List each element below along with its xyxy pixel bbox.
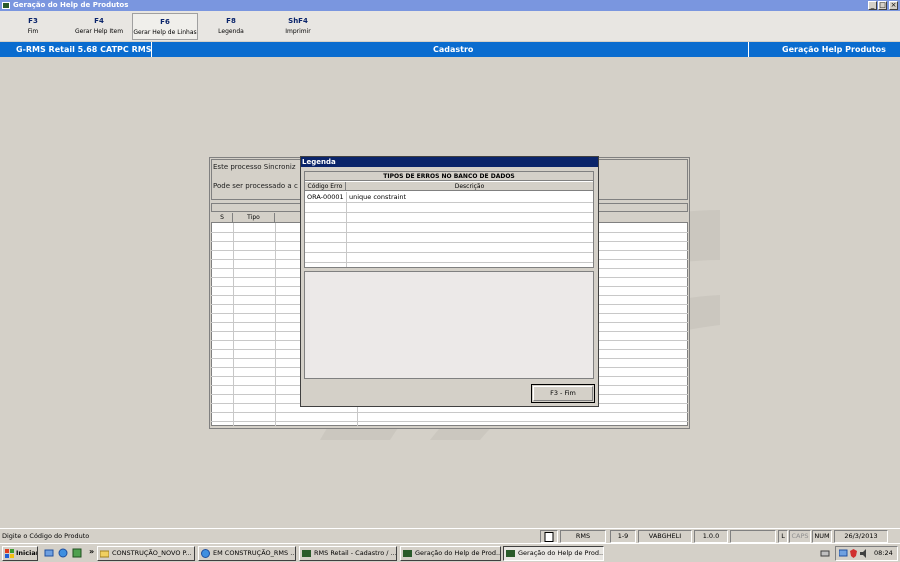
document-icon xyxy=(540,530,558,543)
column-header-descricao[interactable]: Descrição xyxy=(346,182,593,191)
fkey-caption: Gerar Help de Linhas xyxy=(133,29,197,36)
error-table-grid-lines xyxy=(305,192,593,267)
fkey-label: F6 xyxy=(160,18,170,26)
taskbar-item-geracao-help-2[interactable]: Geração do Help de Prod... xyxy=(503,546,604,561)
product-version-label: G-RMS Retail 5.68 CATPC RMS xyxy=(16,45,152,54)
fkey-caption: Legenda xyxy=(218,28,244,35)
window-title-bar: Geração do Help de Produtos _ □ × xyxy=(0,0,900,11)
volume-icon[interactable] xyxy=(859,549,868,558)
browser-icon xyxy=(201,549,210,558)
quicklaunch-overflow[interactable]: » xyxy=(89,547,94,556)
process-description-line2: Pode ser processado a c xyxy=(213,182,298,190)
taskbar-item-label: RMS Retail - Cadastro / ... xyxy=(314,549,397,557)
status-empty-cell xyxy=(730,530,776,543)
start-button[interactable]: Iniciar xyxy=(2,546,38,561)
folder-icon xyxy=(100,550,109,558)
status-version: 1.0.0 xyxy=(694,530,728,543)
taskbar-item-em-construcao[interactable]: EM CONSTRUÇÃO_RMS ... xyxy=(198,546,296,561)
system-tray: 08:24 xyxy=(835,546,898,561)
module-header-bar: G-RMS Retail 5.68 CATPC RMS Cadastro Ger… xyxy=(0,42,900,57)
f3-fim-close-button[interactable]: F3 - Fim xyxy=(531,384,595,403)
internet-explorer-icon[interactable] xyxy=(58,548,68,558)
taskbar-item-label: CONSTRUÇÃO_NOVO P... xyxy=(112,549,192,557)
screen-name-label: Geração Help Produtos xyxy=(782,45,886,54)
f3-fim-button[interactable]: F3 Fim xyxy=(8,13,58,40)
taskbar-item-label: Geração do Help de Prod... xyxy=(518,549,604,557)
windows-logo-icon xyxy=(5,549,14,558)
taskbar-item-label: Geração do Help de Prod... xyxy=(415,549,501,557)
fkey-label: F4 xyxy=(94,17,104,25)
status-bar: Digite o Código do Produto RMS 1-9 VABGH… xyxy=(0,528,900,543)
taskbar-item-rms-cadastro[interactable]: RMS Retail - Cadastro / ... xyxy=(299,546,397,561)
minimize-button[interactable]: _ xyxy=(868,1,877,10)
fkey-label: ShF4 xyxy=(288,17,308,25)
fkey-caption: Imprimir xyxy=(285,28,311,35)
status-num: NUM xyxy=(812,530,832,543)
error-description-cell: unique constraint xyxy=(349,193,407,201)
status-date: 26/3/2013 xyxy=(834,530,888,543)
show-desktop-icon[interactable] xyxy=(44,548,54,558)
fkey-caption: Fim xyxy=(27,28,39,35)
module-name-label: Cadastro xyxy=(433,45,474,54)
start-label: Iniciar xyxy=(16,549,38,557)
taskbar-item-geracao-help-1[interactable]: Geração do Help de Prod... xyxy=(400,546,501,561)
status-l: L xyxy=(778,530,788,543)
f6-gerar-help-linhas-button[interactable]: F6 Gerar Help de Linhas xyxy=(132,13,198,40)
taskbar-item-construcao-novo[interactable]: CONSTRUÇÃO_NOVO P... xyxy=(97,546,195,561)
fkey-label: F3 xyxy=(28,17,38,25)
table-row[interactable]: ORA-00001 unique constraint xyxy=(305,193,593,203)
f8-legenda-button[interactable]: F8 Legenda xyxy=(205,13,257,40)
shf4-imprimir-button[interactable]: ShF4 Imprimir xyxy=(272,13,324,40)
status-user: VABGHELI xyxy=(638,530,692,543)
function-key-toolbar: F3 Fim F4 Gerar Help Item F6 Gerar Help … xyxy=(0,11,900,41)
maximize-button[interactable]: □ xyxy=(878,1,887,10)
error-types-table-title: TIPOS DE ERROS NO BANCO DE DADOS xyxy=(305,172,593,181)
rms-app-icon xyxy=(403,550,412,557)
status-message: Digite o Código do Produto xyxy=(2,532,90,540)
column-header-codigo-erro[interactable]: Código Erro xyxy=(305,182,346,191)
status-range: 1-9 xyxy=(610,530,636,543)
status-caps: CAPS xyxy=(789,530,811,543)
taskbar-item-label: EM CONSTRUÇÃO_RMS ... xyxy=(213,549,296,557)
fkey-label: F8 xyxy=(226,17,236,25)
close-button[interactable]: × xyxy=(889,1,898,10)
f4-gerar-help-item-button[interactable]: F4 Gerar Help Item xyxy=(70,13,128,40)
clock[interactable]: 08:24 xyxy=(874,547,893,560)
rms-app-icon xyxy=(302,550,311,557)
error-code-cell: ORA-00001 xyxy=(307,193,344,201)
status-system: RMS xyxy=(560,530,606,543)
taskbar: Iniciar » CONSTRUÇÃO_NOVO P... EM CONSTR… xyxy=(0,543,900,562)
grid-col-s[interactable]: S xyxy=(212,213,233,222)
printer-icon[interactable] xyxy=(820,548,830,558)
media-player-icon[interactable] xyxy=(72,548,82,558)
process-description-line1: Este processo Sincroniz xyxy=(213,163,296,171)
fkey-caption: Gerar Help Item xyxy=(74,28,124,35)
rms-app-icon xyxy=(506,550,515,557)
network-icon[interactable] xyxy=(839,549,848,558)
security-shield-icon[interactable] xyxy=(849,549,858,558)
close-button-label: F3 - Fim xyxy=(550,389,576,397)
legend-dialog-title: Legenda xyxy=(301,157,598,167)
grid-col-tipo[interactable]: Tipo xyxy=(233,213,275,222)
legend-detail-area xyxy=(304,271,594,379)
app-icon xyxy=(2,2,10,9)
window-title: Geração do Help de Produtos xyxy=(13,1,129,9)
